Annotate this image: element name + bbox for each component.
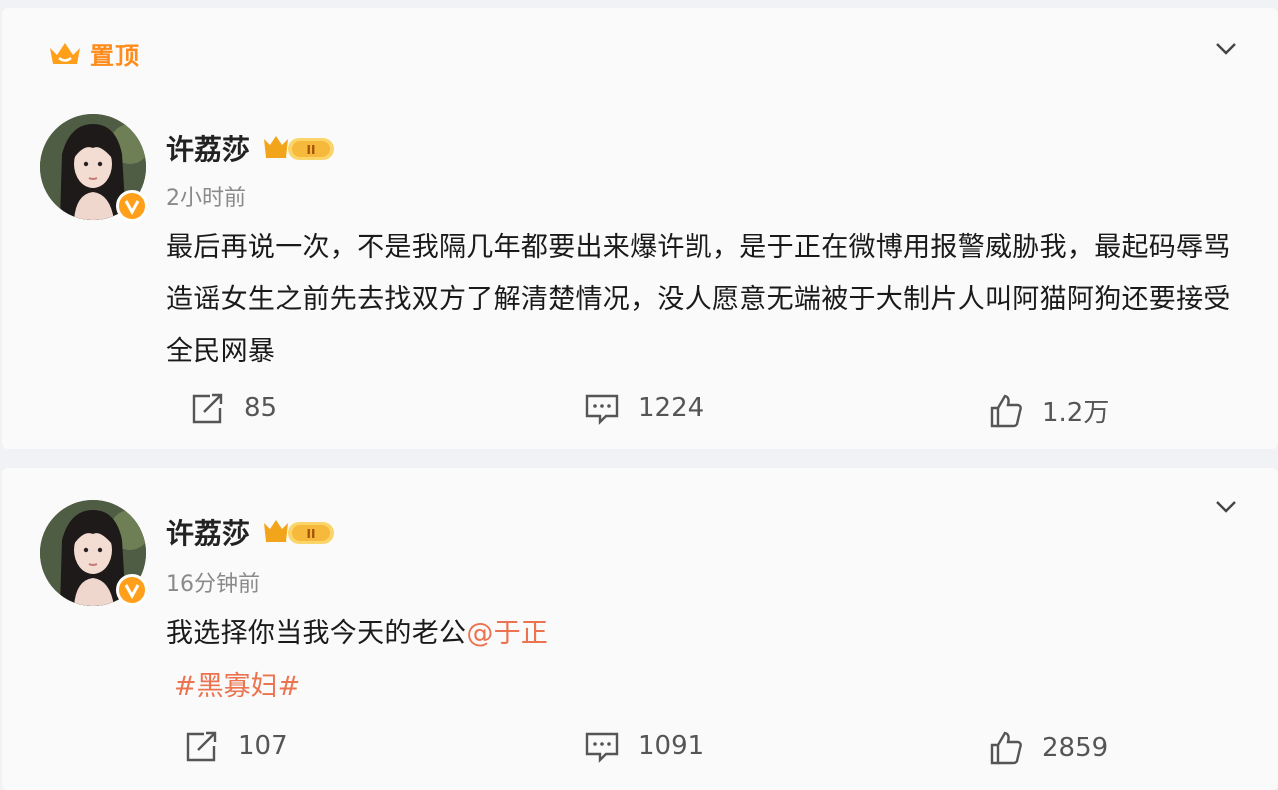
post-text: 最后再说一次，不是我隔几年都要出来爆许凯，是于正在微博用报警威胁我，最起码辱骂造… [166, 232, 1231, 367]
pinned-indicator: 置顶 [48, 36, 140, 71]
verified-v-icon [116, 190, 148, 222]
like-count: 2859 [1042, 733, 1109, 763]
author-name-text[interactable]: 许荔莎 [166, 128, 250, 168]
svg-text:II: II [307, 527, 316, 541]
vip-crown-badge-icon: II [264, 136, 335, 160]
post-text: 我选择你当我今天的老公@于正 [166, 608, 1256, 660]
pinned-label: 置顶 [90, 42, 140, 70]
post-card: 许荔莎 II 16分钟前 我选择你当我今天的老公@于正 #黑寡妇# 107 10… [2, 468, 1278, 790]
chevron-down-icon[interactable] [1212, 492, 1240, 520]
post-time[interactable]: 2小时前 [166, 180, 246, 212]
repost-count: 107 [238, 731, 288, 761]
comment-button[interactable]: 1091 [584, 728, 704, 764]
comment-icon [585, 394, 619, 425]
mention-link[interactable]: @于正 [466, 618, 548, 649]
like-button[interactable]: 2859 [988, 730, 1108, 766]
like-button[interactable]: 1.2万 [988, 392, 1109, 429]
svg-text:II: II [307, 143, 316, 157]
author-name[interactable]: 许荔莎 II [166, 512, 336, 552]
comment-count: 1091 [638, 731, 705, 761]
repost-button[interactable]: 85 [190, 390, 277, 426]
author-name[interactable]: 许荔莎 II [166, 128, 336, 168]
verified-v-icon [116, 574, 148, 606]
author-name-text[interactable]: 许荔莎 [166, 512, 250, 552]
comment-button[interactable]: 1224 [584, 390, 704, 426]
post-text-body: 我选择你当我今天的老公 [166, 618, 467, 649]
repost-count: 85 [244, 393, 278, 423]
post-card: 置顶 许荔莎 II 2小时前 最后再说一次，不是我隔几年都要出来爆许凯，是于正在… [2, 8, 1278, 449]
comment-count: 1224 [638, 393, 705, 423]
vip-crown-badge-icon: II [264, 520, 335, 544]
repost-icon [186, 731, 217, 762]
like-count: 1.2万 [1042, 398, 1110, 428]
repost-icon [192, 393, 223, 424]
thumbs-up-icon [990, 394, 1022, 427]
post-time[interactable]: 16分钟前 [166, 566, 260, 598]
comment-icon [585, 732, 619, 763]
topic-link[interactable]: #黑寡妇# [174, 664, 300, 703]
crown-icon [50, 42, 80, 64]
repost-button[interactable]: 107 [184, 728, 288, 764]
chevron-down-icon[interactable] [1212, 34, 1240, 62]
thumbs-up-icon [990, 731, 1022, 765]
